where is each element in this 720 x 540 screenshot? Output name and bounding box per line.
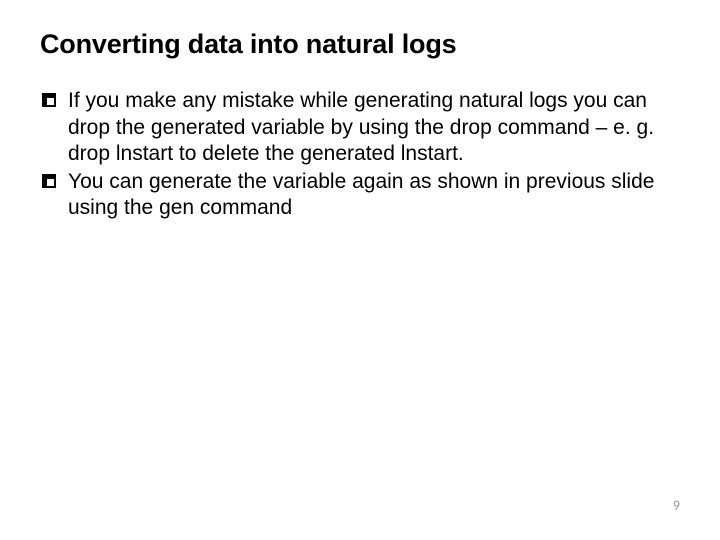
slide: Converting data into natural logs If you… [0, 0, 720, 540]
bullet-item: You can generate the variable again as s… [40, 169, 680, 222]
bullet-text: You can generate the variable again as s… [68, 170, 654, 219]
bullet-item: If you make any mistake while generating… [40, 88, 680, 167]
square-bullet-icon [42, 174, 56, 188]
slide-title: Converting data into natural logs [40, 28, 680, 60]
bullet-text: If you make any mistake while generating… [68, 89, 654, 165]
bullet-list: If you make any mistake while generating… [40, 88, 680, 221]
square-bullet-icon [42, 93, 56, 107]
page-number: 9 [673, 497, 680, 514]
